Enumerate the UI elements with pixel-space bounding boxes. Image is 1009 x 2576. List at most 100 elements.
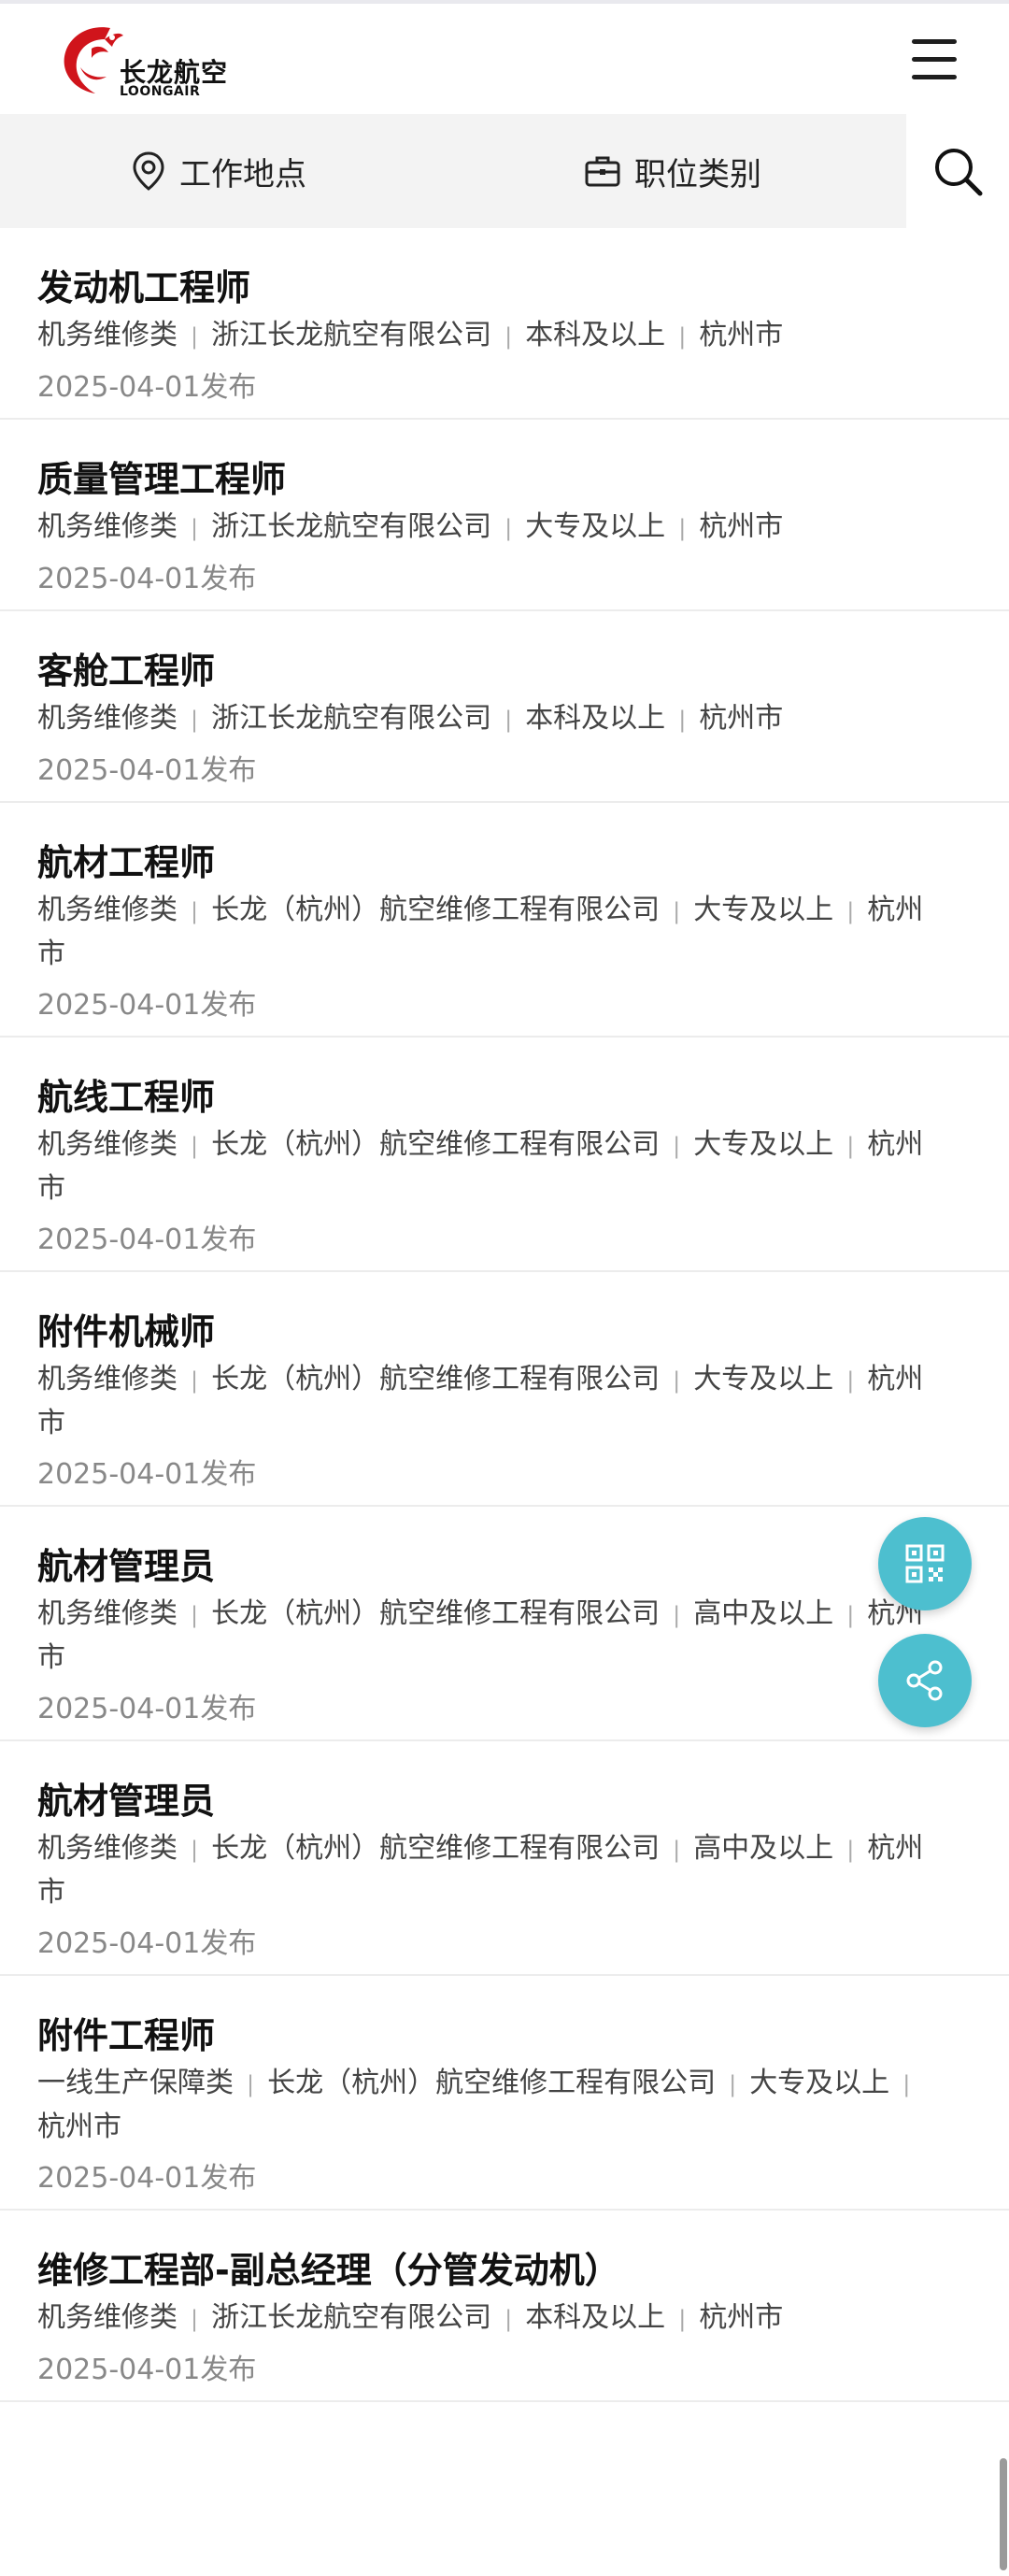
job-meta: 机务维修类 | 长龙（杭州）航空维修工程有限公司 | 大专及以上 | 杭州市: [37, 1358, 934, 1445]
share-icon: [906, 1660, 943, 1701]
job-meta-value: 长龙（杭州）航空维修工程有限公司: [267, 2067, 717, 2099]
job-item[interactable]: 发动机工程师 机务维修类 | 浙江长龙航空有限公司 | 本科及以上 | 杭州市 2025-04-…: [0, 228, 1009, 420]
job-date: 2025-04-01发布: [37, 2162, 257, 2195]
job-meta-value: 杭州市: [699, 510, 784, 543]
filter-location-label: 工作地点: [179, 155, 306, 193]
menu-icon[interactable]: [906, 32, 962, 88]
job-title: 航材管理员: [37, 1546, 216, 1587]
meta-separator: |: [846, 1602, 855, 1628]
meta-separator: |: [191, 1837, 199, 1863]
job-title: 发动机工程师: [37, 267, 251, 308]
job-meta-value: 机务维修类: [37, 1832, 178, 1865]
job-item[interactable]: 维修工程部-副总经理（分管发动机） 机务维修类 | 浙江长龙航空有限公司 | 本科及以上 |…: [0, 2211, 1009, 2402]
meta-separator: |: [504, 515, 513, 541]
job-item[interactable]: 客舱工程师机务维修类 | 浙江长龙航空有限公司 | 本科及以上 | 杭州市 2025-04-0…: [0, 611, 1009, 803]
header: 长龙航空 LOONGAIR: [0, 4, 1009, 114]
job-meta-value: 浙江长龙航空有限公司: [211, 702, 492, 735]
job-meta-value: 大专及以上: [693, 1128, 834, 1161]
job-item[interactable]: 航材管理员 机务维修类 | 长龙（杭州）航空维修工程有限公司 | 高中及以上 | 杭州市 202…: [0, 1507, 1009, 1741]
job-meta-value: 大专及以上: [749, 2067, 890, 2099]
job-title: 航材管理员: [37, 1781, 216, 1822]
filter-category-label: 职位类别: [634, 155, 761, 193]
job-meta-value: 浙江长龙航空有限公司: [211, 2301, 492, 2334]
job-meta-value: 机务维修类: [37, 319, 178, 351]
meta-separator: |: [846, 898, 855, 924]
job-meta-value: 机务维修类: [37, 894, 178, 926]
job-meta: 机务维修类 | 长龙（杭州）航空维修工程有限公司 | 大专及以上 | 杭州市: [37, 889, 934, 976]
scrollbar-thumb[interactable]: [1000, 2458, 1007, 2570]
job-item[interactable]: 航材工程师 机务维修类 | 长龙（杭州）航空维修工程有限公司 | 大专及以上 | 杭州市 202…: [0, 803, 1009, 1038]
meta-separator: |: [504, 323, 513, 350]
meta-separator: |: [846, 1367, 855, 1394]
job-meta-value: 高中及以上: [693, 1832, 834, 1865]
meta-separator: |: [902, 2071, 911, 2097]
job-meta-value: 一线生产保障类: [37, 2067, 234, 2099]
meta-separator: |: [846, 1837, 855, 1863]
job-meta-value: 杭州市: [699, 702, 784, 735]
job-date: 2025-04-01发布: [37, 1927, 257, 1960]
meta-separator: |: [678, 2306, 687, 2332]
meta-separator: |: [191, 515, 199, 541]
meta-separator: |: [673, 1602, 681, 1628]
job-meta: 一线生产保障类 | 长龙（杭州）航空维修工程有限公司 | 大专及以上 | 杭州市: [37, 2062, 934, 2149]
qr-code-icon: [905, 1544, 945, 1583]
job-date: 2025-04-01发布: [37, 563, 257, 595]
job-title: 航材工程师: [37, 842, 216, 883]
job-title: 附件工程师: [37, 2015, 216, 2056]
job-meta-value: 大专及以上: [693, 1363, 834, 1395]
meta-separator: |: [673, 1367, 681, 1394]
share-button[interactable]: [878, 1634, 972, 1727]
job-title: 航线工程师: [37, 1077, 216, 1118]
filter-location[interactable]: 工作地点: [131, 114, 306, 228]
job-meta-value: 长龙（杭州）航空维修工程有限公司: [211, 894, 661, 926]
meta-separator: |: [678, 323, 687, 350]
job-meta: 机务维修类 | 浙江长龙航空有限公司 | 本科及以上 | 杭州市: [37, 697, 934, 741]
job-meta: 机务维修类 | 浙江长龙航空有限公司 | 本科及以上 | 杭州市: [37, 314, 934, 358]
job-date: 2025-04-01发布: [37, 754, 257, 787]
job-meta-value: 浙江长龙航空有限公司: [211, 510, 492, 543]
loongair-logo[interactable]: 长龙航空 LOONGAIR: [54, 21, 232, 101]
meta-separator: |: [191, 1133, 199, 1159]
job-meta-value: 机务维修类: [37, 2301, 178, 2334]
meta-separator: |: [678, 515, 687, 541]
job-meta-value: 长龙（杭州）航空维修工程有限公司: [211, 1832, 661, 1865]
job-meta-value: 机务维修类: [37, 1597, 178, 1630]
job-item[interactable]: 航线工程师 机务维修类 | 长龙（杭州）航空维修工程有限公司 | 大专及以上 | 杭州市 202…: [0, 1038, 1009, 1272]
job-title: 客舱工程师: [37, 651, 216, 692]
job-meta-value: 本科及以上: [525, 2301, 666, 2334]
briefcase-icon: [585, 156, 620, 187]
job-meta-value: 机务维修类: [37, 1363, 178, 1395]
job-meta-value: 浙江长龙航空有限公司: [211, 319, 492, 351]
job-list: 发动机工程师机务维修类 | 浙江长龙航空有限公司 | 本科及以上 | 杭州市 2025-04-…: [0, 228, 1009, 2402]
job-meta-value: 长龙（杭州）航空维修工程有限公司: [211, 1363, 661, 1395]
job-meta-value: 杭州市: [699, 319, 784, 351]
job-meta-value: 高中及以上: [693, 1597, 834, 1630]
meta-separator: |: [191, 2306, 199, 2332]
filter-category[interactable]: 职位类别: [584, 114, 761, 228]
job-date: 2025-04-01发布: [37, 1224, 257, 1256]
job-item[interactable]: 航材管理员 机务维修类 | 长龙（杭州）航空维修工程有限公司 | 高中及以上 | 杭州市 202…: [0, 1741, 1009, 1976]
job-meta-value: 本科及以上: [525, 319, 666, 351]
job-date: 2025-04-01发布: [37, 2354, 257, 2386]
job-item[interactable]: 质量管理工程师 机务维修类 | 浙江长龙航空有限公司 | 大专及以上 | 杭州市 2025-04…: [0, 420, 1009, 611]
meta-separator: |: [846, 1133, 855, 1159]
meta-separator: |: [673, 1133, 681, 1159]
job-meta-value: 机务维修类: [37, 702, 178, 735]
location-pin-icon: [133, 151, 164, 191]
job-meta: 机务维修类 | 浙江长龙航空有限公司 | 大专及以上 | 杭州市: [37, 506, 934, 550]
job-item[interactable]: 附件工程师 一线生产保障类 | 长龙（杭州）航空维修工程有限公司 | 大专及以上 | 杭州市 2…: [0, 1976, 1009, 2211]
job-date: 2025-04-01发布: [37, 1693, 257, 1725]
job-item[interactable]: 附件机械师 机务维修类 | 长龙（杭州）航空维修工程有限公司 | 大专及以上 | 杭州市 202…: [0, 1272, 1009, 1507]
job-meta: 机务维修类 | 长龙（杭州）航空维修工程有限公司 | 大专及以上 | 杭州市: [37, 1123, 934, 1210]
job-meta-value: 大专及以上: [693, 894, 834, 926]
meta-separator: |: [247, 2071, 255, 2097]
filter-bar: 工作地点 职位类别: [0, 114, 1009, 228]
search-button[interactable]: [906, 114, 1009, 228]
job-meta-value: 杭州市: [37, 2111, 121, 2143]
meta-separator: |: [191, 898, 199, 924]
meta-separator: |: [191, 323, 199, 350]
qr-code-button[interactable]: [878, 1517, 972, 1610]
job-meta-value: 本科及以上: [525, 702, 666, 735]
meta-separator: |: [673, 898, 681, 924]
job-meta-value: 机务维修类: [37, 510, 178, 543]
